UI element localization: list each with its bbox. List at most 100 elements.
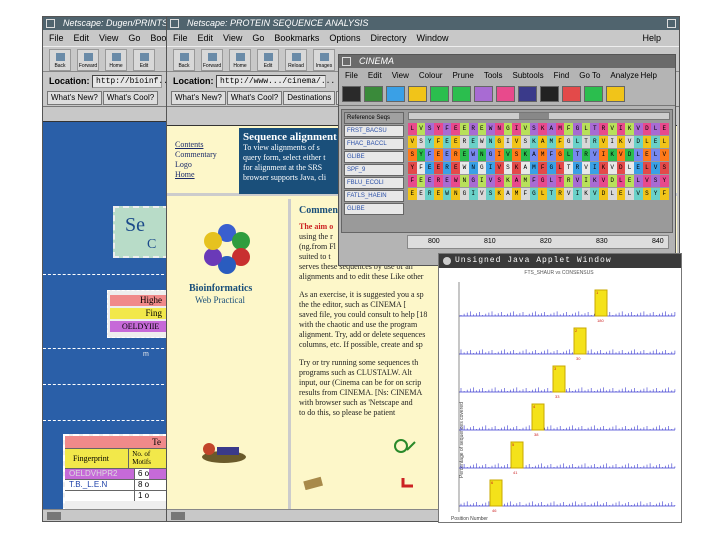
cinema-tool-3-icon[interactable]: [386, 86, 405, 102]
home-button[interactable]: Home: [105, 49, 127, 71]
cinema-tool-4-icon[interactable]: [408, 86, 427, 102]
sequence-name[interactable]: FATLS_HAEIN: [344, 190, 404, 202]
box-row: Fing: [110, 308, 166, 319]
window-menu-icon[interactable]: [342, 57, 351, 66]
table-cell[interactable]: OELDVHPR2: [65, 469, 135, 479]
menu-tools[interactable]: Tools: [484, 71, 503, 80]
nav-commentary-link[interactable]: Commentary: [175, 150, 217, 160]
images-button[interactable]: Images: [313, 49, 335, 71]
menu-go[interactable]: Go: [128, 33, 140, 43]
snail-icon[interactable]: [393, 436, 417, 456]
nav-contents-link[interactable]: Contents: [175, 140, 217, 150]
menu-goto[interactable]: Go To: [579, 71, 600, 80]
window-title-bar[interactable]: Netscape: Dugen/PRINTS/...: [43, 17, 173, 30]
menu-go[interactable]: Go: [252, 33, 264, 43]
sequence-name[interactable]: FHAC_BACCL: [344, 138, 404, 150]
horizontal-scrollbar[interactable]: [408, 112, 670, 120]
cinema-tool-1-icon[interactable]: [342, 86, 361, 102]
forward-button[interactable]: Forward: [201, 49, 223, 71]
ruler-tick-label: 840: [652, 238, 664, 245]
location-input[interactable]: http://www.../cinema/...: [216, 75, 335, 89]
residue-cell: V: [607, 162, 617, 174]
edit-button[interactable]: Edit: [257, 49, 279, 71]
cinema-tool-2-icon[interactable]: [364, 86, 383, 102]
whats-cool-button[interactable]: What's Cool?: [102, 91, 159, 105]
browser-window-back[interactable]: Netscape: Dugen/PRINTS/... File Edit View G…: [42, 16, 174, 522]
whats-new-button[interactable]: What's New?: [171, 91, 226, 105]
window-menu-icon[interactable]: [170, 19, 179, 28]
residue-cell: E: [434, 188, 443, 200]
window-menu-icon[interactable]: [46, 19, 55, 28]
table-row[interactable]: T.B._L.E.N 8 o: [65, 479, 167, 490]
cinema-tool-11-icon[interactable]: [562, 86, 581, 102]
cinema-tool-7-icon[interactable]: [474, 86, 493, 102]
applet-window[interactable]: Unsigned Java Applet Window FTS_SHAUR vs…: [438, 253, 682, 523]
menu-edit[interactable]: Edit: [74, 33, 90, 43]
residue-cell: F: [425, 149, 435, 161]
menu-help[interactable]: Help: [641, 68, 657, 84]
nav-home-link[interactable]: Home: [175, 170, 217, 180]
residue-cell: [529, 200, 539, 212]
menu-view[interactable]: View: [223, 33, 242, 43]
menu-help[interactable]: Help: [642, 30, 661, 46]
table-cell[interactable]: T.B._L.E.N: [65, 480, 135, 490]
book-icon[interactable]: [303, 476, 323, 490]
maximize-icon[interactable]: [667, 19, 676, 28]
window-title-bar[interactable]: Netscape: PROTEIN SEQUENCE ANALYSIS: [167, 17, 679, 30]
directory-buttons: What's New? What's Cool?: [43, 90, 173, 107]
menu-options[interactable]: Options: [329, 33, 360, 43]
table-cell[interactable]: [65, 491, 135, 501]
menu-edit[interactable]: Edit: [368, 71, 382, 80]
reload-button[interactable]: Reload: [285, 49, 307, 71]
residue-cell: D: [625, 149, 634, 161]
back-button[interactable]: Back: [49, 49, 71, 71]
cinema-tool-10-icon[interactable]: [540, 86, 559, 102]
sequence-name[interactable]: SPF_9: [344, 164, 404, 176]
alignment-row: EEREWNGIVSKAMFGLTRVIKVDLELVSYF: [408, 187, 670, 200]
menu-analyze[interactable]: Analyze: [610, 71, 638, 80]
cinema-tool-6-icon[interactable]: [452, 86, 471, 102]
menu-view[interactable]: View: [99, 33, 118, 43]
sequence-name[interactable]: GLIBE: [344, 151, 404, 163]
table-row[interactable]: 1 o: [65, 490, 167, 501]
scroll-thumb[interactable]: [519, 113, 549, 119]
residue-cell: W: [468, 149, 478, 161]
menu-find[interactable]: Find: [554, 71, 570, 80]
menu-view[interactable]: View: [392, 71, 409, 80]
menu-directory[interactable]: Directory: [370, 33, 406, 43]
forward-button[interactable]: Forward: [77, 49, 99, 71]
cinema-tool-5-icon[interactable]: [430, 86, 449, 102]
title-box: Se C: [113, 206, 169, 258]
cinema-tool-8-icon[interactable]: [496, 86, 515, 102]
window-title-bar[interactable]: CINEMA: [339, 55, 675, 68]
whats-cool-button[interactable]: What's Cool?: [226, 91, 283, 105]
cinema-tool-13-icon[interactable]: [606, 86, 625, 102]
menu-file[interactable]: File: [173, 33, 188, 43]
location-input[interactable]: http://bioinf...: [92, 75, 173, 89]
nav-logo-link[interactable]: Logo: [175, 160, 217, 170]
home-button[interactable]: Home: [229, 49, 251, 71]
destinations-button[interactable]: Destinations: [283, 91, 336, 105]
sequence-name[interactable]: FRST_BACSU: [344, 125, 404, 137]
sequence-name[interactable]: FBLU_ECOLI: [344, 177, 404, 189]
residue-cell: V: [486, 175, 495, 187]
table-row[interactable]: OELDVHPR2 6 o: [65, 468, 167, 479]
residue-cell: G: [503, 123, 513, 135]
sequence-name[interactable]: GLIBE: [344, 203, 404, 215]
menu-file[interactable]: File: [49, 33, 64, 43]
location-bar: Location: http://bioinf...: [43, 72, 173, 90]
menu-window[interactable]: Window: [416, 33, 448, 43]
cinema-tool-9-icon[interactable]: [518, 86, 537, 102]
menu-bookmarks[interactable]: Bookmarks: [274, 33, 319, 43]
menu-file[interactable]: File: [345, 71, 358, 80]
edit-button[interactable]: Edit: [133, 49, 155, 71]
menu-edit[interactable]: Edit: [198, 33, 214, 43]
menu-prune[interactable]: Prune: [452, 71, 473, 80]
menu-subtools[interactable]: Subtools: [513, 71, 544, 80]
cinema-window[interactable]: CINEMA File Edit View Colour Prune Tools Subto…: [338, 54, 676, 266]
return-arrow-icon[interactable]: [399, 474, 417, 492]
back-button[interactable]: Back: [173, 49, 195, 71]
whats-new-button[interactable]: What's New?: [47, 91, 102, 105]
cinema-tool-12-icon[interactable]: [584, 86, 603, 102]
menu-colour[interactable]: Colour: [419, 71, 443, 80]
